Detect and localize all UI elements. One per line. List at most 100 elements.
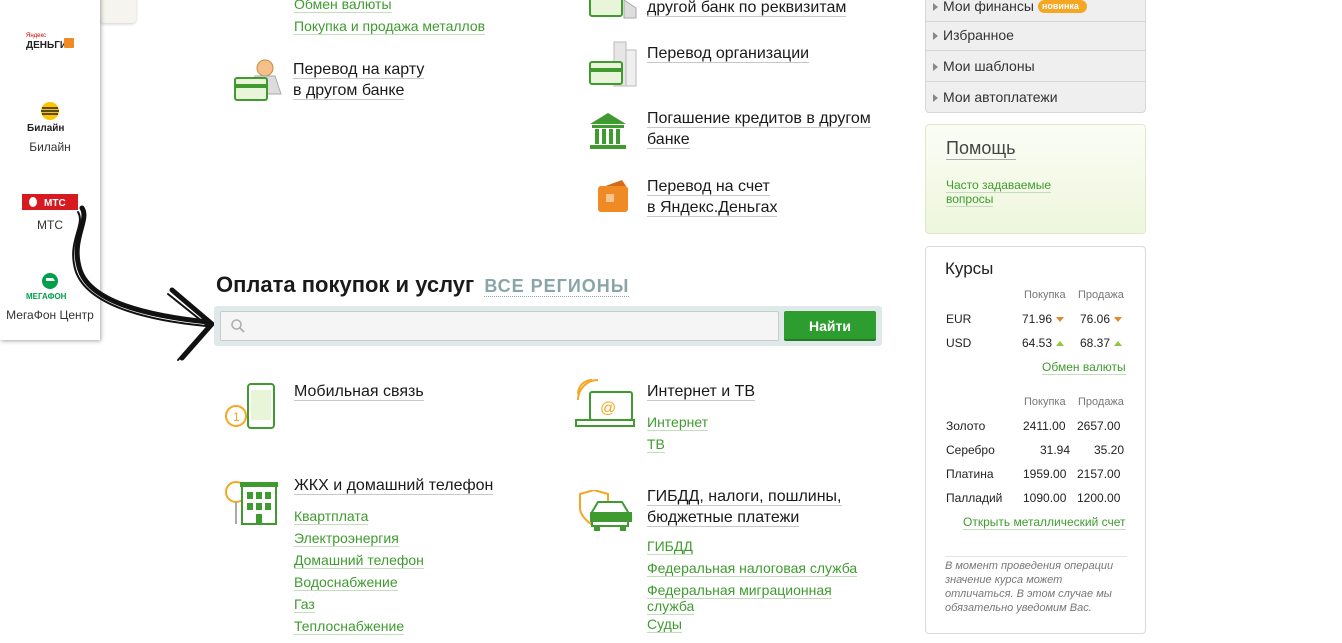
currency-name: USD <box>946 336 972 350</box>
chevron-right-icon <box>933 94 938 102</box>
chevron-right-icon <box>933 63 938 71</box>
metal-name: Золото <box>946 419 986 433</box>
trend-up-icon <box>1114 341 1123 346</box>
rates-disclaimer: В момент проведения операции значение ку… <box>945 556 1127 615</box>
laptop-wifi-icon: @ <box>575 379 635 427</box>
metal-sell: 35.20 <box>1094 443 1125 457</box>
card-person-icon <box>234 59 282 101</box>
payments-title: Оплата покупок и услуг <box>216 272 475 297</box>
metals-buy-header: Покупка <box>1024 396 1066 408</box>
metal-buy: 1959.00 <box>1023 467 1067 481</box>
link-tax-service[interactable]: Федеральная налоговая служба <box>647 557 858 579</box>
mobile-phone-icon: 1 <box>225 383 275 429</box>
metal-sell: 2657.00 <box>1077 419 1121 433</box>
beeline-logo: Билайн <box>27 102 64 134</box>
svg-text:1: 1 <box>233 410 240 424</box>
rates-buy-header: Покупка <box>1024 289 1066 301</box>
top-card-fragment <box>100 0 136 23</box>
metal-sell: 2157.00 <box>1077 467 1121 481</box>
search-bar: Найти <box>214 306 882 346</box>
wallet-icon <box>598 180 628 212</box>
category-internet-tv[interactable]: Интернет и ТВ <box>647 381 756 402</box>
metal-name: Палладий <box>946 491 1003 505</box>
car-shield-icon <box>579 490 632 531</box>
metal-buy: 2411.00 <box>1023 419 1066 433</box>
loan-repayment-link[interactable]: Погашение кредитов в другом банке <box>647 108 871 150</box>
svg-text:Яндекс: Яндекс <box>26 33 46 39</box>
help-box: Помощь Часто задаваемые вопросы <box>925 124 1146 234</box>
trend-up-icon <box>1056 341 1065 346</box>
chevron-right-icon <box>933 3 938 11</box>
metal-name: Платина <box>946 467 994 481</box>
category-mobile[interactable]: Мобильная связь <box>294 381 424 402</box>
search-input[interactable] <box>220 311 779 341</box>
organization-transfer-link[interactable]: Перевод организации <box>647 43 810 64</box>
bank-icon <box>590 113 626 149</box>
open-metal-account-link[interactable]: Открыть металлический счет <box>963 515 1126 530</box>
link-gas[interactable]: Газ <box>294 593 424 615</box>
house-icon <box>225 481 278 525</box>
metal-buy: 1090.00 <box>1023 491 1067 505</box>
payments-section-title: Оплата покупок и услуг ВСЕ РЕГИОНЫ <box>216 272 630 298</box>
new-badge: новинка <box>1037 0 1087 13</box>
link-migration-service[interactable]: Федеральная миграционная служба <box>647 579 857 615</box>
rates-box: Курсы Покупка Продажа EUR 71.96 76.06 US… <box>925 246 1146 634</box>
link-currency-exchange[interactable]: Обмен валюты <box>294 0 485 15</box>
currency-buy: 64.53 <box>1022 336 1065 350</box>
link-home-phone[interactable]: Домашний телефон <box>294 549 424 571</box>
category-government[interactable]: ГИБДД, налоги, пошлины, бюджетные платежи <box>647 486 842 528</box>
menu-templates[interactable]: Мои шаблоны <box>926 51 1145 82</box>
metals-sell-header: Продажа <box>1078 396 1124 408</box>
svg-text:@: @ <box>600 400 616 417</box>
menu-label: Мои финансы <box>943 0 1034 14</box>
menu-my-finances[interactable]: Мои финансы новинка <box>926 0 1145 22</box>
currency-name: EUR <box>946 312 972 326</box>
menu-label: Мои шаблоны <box>943 58 1035 74</box>
faq-link[interactable]: Часто задаваемые вопросы <box>946 178 1066 207</box>
link-metals-trade[interactable]: Покупка и продажа металлов <box>294 15 486 37</box>
trend-down-icon <box>1056 317 1065 322</box>
link-gibdd[interactable]: ГИБДД <box>647 535 857 557</box>
svg-text:ДЕНЬГИ: ДЕНЬГИ <box>26 40 67 51</box>
housing-links: Квартплата Электроэнергия Домашний телеф… <box>294 505 424 637</box>
menu-label: Мои автоплатежи <box>943 89 1058 105</box>
building-card-icon <box>589 41 637 87</box>
link-water[interactable]: Водоснабжение <box>294 571 424 593</box>
metal-name: Серебро <box>946 443 995 457</box>
link-heating[interactable]: Теплоснабжение <box>294 615 424 637</box>
personal-menu: Мои финансы новинка Избранное Мои шаблоны… <box>925 0 1146 113</box>
exchange-link[interactable]: Обмен валюты <box>1042 360 1126 375</box>
category-housing[interactable]: ЖКХ и домашний телефон <box>294 475 494 496</box>
bank-transfer-icon <box>589 0 637 19</box>
trend-down-icon <box>1114 317 1123 322</box>
operator-beeline[interactable]: Билайн Билайн <box>0 102 100 154</box>
svg-text:Билайн: Билайн <box>27 123 64 134</box>
government-links: ГИБДД Федеральная налоговая служба Федер… <box>647 535 858 635</box>
currency-buy: 71.96 <box>1022 312 1065 326</box>
metal-sell: 1200.00 <box>1077 491 1121 505</box>
hand-drawn-arrow-icon <box>72 205 215 361</box>
help-title[interactable]: Помощь <box>946 138 1016 160</box>
rates-title: Курсы <box>945 259 994 278</box>
currency-sell: 76.06 <box>1080 312 1123 326</box>
yandex-money-logo: Яндекс ДЕНЬГИ <box>26 33 74 51</box>
region-selector[interactable]: ВСЕ РЕГИОНЫ <box>484 276 630 297</box>
link-tv[interactable]: ТВ <box>647 433 708 455</box>
rates-sell-header: Продажа <box>1078 289 1124 301</box>
operator-label: Билайн <box>29 140 71 154</box>
link-internet[interactable]: Интернет <box>647 411 709 433</box>
menu-autopayments[interactable]: Мои автоплатежи <box>926 82 1145 113</box>
chevron-right-icon <box>933 32 938 40</box>
transfer-links: Обмен валюты Покупка и продажа металлов <box>294 0 486 37</box>
link-electricity[interactable]: Электроэнергия <box>294 527 424 549</box>
menu-favorites[interactable]: Избранное <box>926 20 1145 51</box>
requisites-transfer-link[interactable]: другой банк по реквизитам <box>647 0 847 18</box>
operator-yandex-money[interactable]: Яндекс ДЕНЬГИ <box>0 28 100 60</box>
link-rent[interactable]: Квартплата <box>294 505 424 527</box>
card-transfer-link[interactable]: Перевод на карту в другом банке <box>293 59 425 101</box>
metal-buy: 31.94 <box>1040 443 1071 457</box>
find-button[interactable]: Найти <box>784 311 876 341</box>
yandex-transfer-link[interactable]: Перевод на счет в Яндекс.Деньгах <box>647 176 778 218</box>
currency-sell: 68.37 <box>1080 336 1123 350</box>
link-courts[interactable]: Суды <box>647 613 857 635</box>
